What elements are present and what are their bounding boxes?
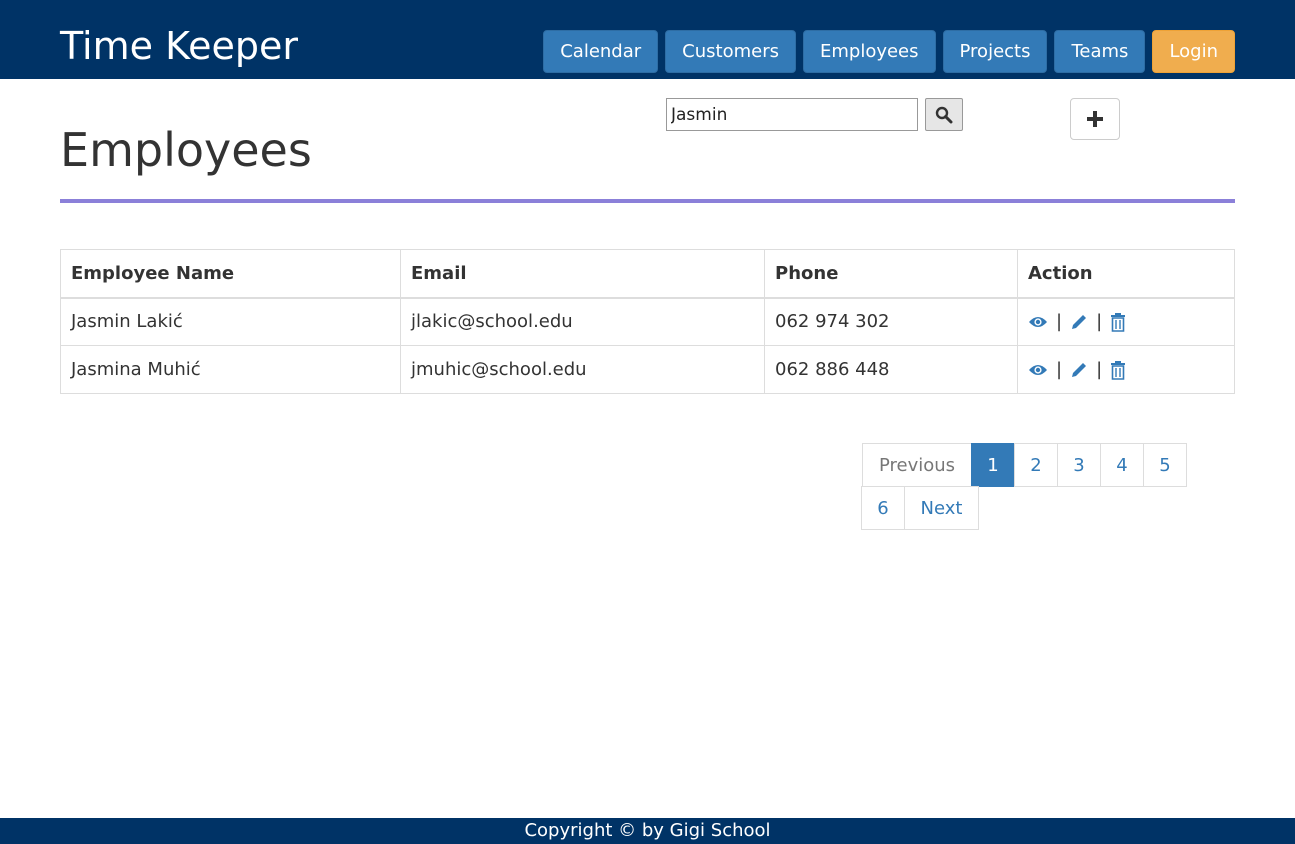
column-header-phone: Phone: [764, 249, 1018, 299]
action-separator: |: [1096, 311, 1103, 333]
search-icon: [935, 106, 953, 123]
pagination-previous[interactable]: Previous: [862, 443, 972, 487]
brand-title[interactable]: Time Keeper: [60, 22, 298, 70]
delete-employee-button[interactable]: [1110, 312, 1126, 332]
eye-icon: [1029, 364, 1047, 375]
search-input[interactable]: [666, 98, 918, 131]
page-title: Employees: [60, 123, 312, 177]
employees-table: Employee Name Email Phone Action Jasmin …: [60, 249, 1235, 394]
table-row: Jasmin Lakić jlakic@school.edu 062 974 3…: [60, 297, 1235, 346]
employee-email-cell: jmuhic@school.edu: [400, 345, 765, 394]
pencil-icon: [1072, 314, 1087, 329]
column-header-action: Action: [1017, 249, 1235, 299]
pagination-page-4[interactable]: 4: [1100, 443, 1144, 487]
add-employee-button[interactable]: [1070, 98, 1120, 140]
search-button[interactable]: [925, 98, 963, 131]
pagination-page-5[interactable]: 5: [1143, 443, 1187, 487]
nav-employees-button[interactable]: Employees: [802, 30, 936, 73]
login-button[interactable]: Login: [1152, 30, 1235, 73]
pagination-next[interactable]: Next: [904, 486, 979, 530]
pagination-page-3[interactable]: 3: [1057, 443, 1101, 487]
nav-customers-button[interactable]: Customers: [665, 30, 796, 73]
pagination-page-2[interactable]: 2: [1014, 443, 1058, 487]
table-header-row: Employee Name Email Phone Action: [60, 249, 1235, 299]
employee-actions-cell: | |: [1017, 297, 1235, 346]
nav-teams-button[interactable]: Teams: [1054, 30, 1146, 73]
trash-icon: [1111, 360, 1126, 380]
pagination-page-1[interactable]: 1: [971, 443, 1015, 487]
table-row: Jasmina Muhić jmuhic@school.edu 062 886 …: [60, 345, 1235, 394]
title-divider: [60, 199, 1235, 203]
edit-employee-button[interactable]: [1070, 361, 1088, 379]
trash-icon: [1111, 312, 1126, 332]
eye-icon: [1029, 316, 1047, 327]
pencil-icon: [1072, 362, 1087, 377]
employee-phone-cell: 062 886 448: [764, 345, 1018, 394]
employee-actions-cell: | |: [1017, 345, 1235, 394]
pagination-page-6[interactable]: 6: [861, 486, 905, 530]
action-separator: |: [1056, 311, 1063, 333]
main-nav: Calendar Customers Employees Projects Te…: [543, 30, 1235, 73]
employee-phone-cell: 062 974 302: [764, 297, 1018, 346]
employee-name-cell: Jasmina Muhić: [60, 345, 401, 394]
view-employee-button[interactable]: [1028, 315, 1048, 329]
employee-name-cell: Jasmin Lakić: [60, 297, 401, 346]
view-employee-button[interactable]: [1028, 363, 1048, 377]
delete-employee-button[interactable]: [1110, 360, 1126, 380]
action-separator: |: [1096, 359, 1103, 380]
column-header-email: Email: [400, 249, 765, 299]
nav-projects-button[interactable]: Projects: [942, 30, 1048, 73]
employee-email-cell: jlakic@school.edu: [400, 297, 765, 346]
nav-calendar-button[interactable]: Calendar: [543, 30, 659, 73]
footer-copyright: Copyright © by Gigi School: [0, 818, 1295, 844]
plus-icon: [1087, 111, 1103, 127]
edit-employee-button[interactable]: [1070, 313, 1088, 331]
action-separator: |: [1056, 359, 1063, 380]
top-navbar: Time Keeper Calendar Customers Employees…: [0, 0, 1295, 79]
column-header-name: Employee Name: [60, 249, 401, 299]
